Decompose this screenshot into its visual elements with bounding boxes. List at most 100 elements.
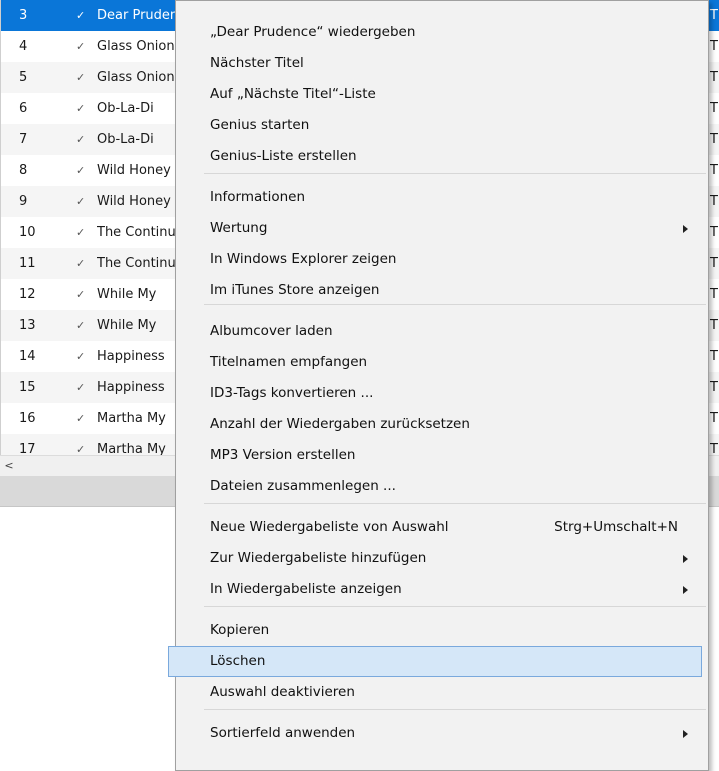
track-number: 9	[19, 194, 28, 209]
check-icon[interactable]: ✓	[76, 31, 85, 62]
track-column-fragment: T	[710, 380, 718, 395]
submenu-arrow-icon	[683, 555, 688, 563]
track-title: Wild Honey	[97, 194, 171, 209]
menu-item-label: Kopieren	[210, 622, 270, 638]
track-column-fragment: T	[710, 70, 718, 85]
track-number: 16	[19, 411, 36, 426]
menu-item-genius-liste-erstellen[interactable]: Genius-Liste erstellen	[176, 141, 708, 172]
check-icon[interactable]: ✓	[76, 434, 85, 455]
menu-item-label: Genius starten	[210, 117, 310, 133]
menu-separator	[204, 606, 706, 607]
track-title: Ob-La-Di	[97, 132, 154, 147]
track-number: 7	[19, 132, 28, 147]
check-icon[interactable]: ✓	[76, 279, 85, 310]
menu-item-dateien-zusammenlegen[interactable]: Dateien zusammenlegen ...	[176, 471, 708, 502]
menu-item-anzahl-der-wiedergaben-zurücksetzen[interactable]: Anzahl der Wiedergaben zurücksetzen	[176, 409, 708, 440]
track-title: Happiness	[97, 380, 165, 395]
check-icon[interactable]: ✓	[76, 0, 85, 31]
menu-item-label: Löschen	[210, 653, 266, 669]
track-title: Wild Honey	[97, 163, 171, 178]
menu-item-label: In Windows Explorer zeigen	[210, 251, 397, 267]
check-icon[interactable]: ✓	[76, 124, 85, 155]
menu-item-label: Albumcover laden	[210, 323, 333, 339]
track-column-fragment: T	[710, 287, 718, 302]
check-icon[interactable]: ✓	[76, 186, 85, 217]
track-title: Glass Onion	[97, 39, 175, 54]
track-column-fragment: T	[710, 8, 718, 23]
menu-item-label: Auf „Nächste Titel“-Liste	[210, 86, 376, 102]
track-number: 13	[19, 318, 36, 333]
menu-item-mp3-version-erstellen[interactable]: MP3 Version erstellen	[176, 440, 708, 471]
menu-item-dear-prudence-wiedergeben[interactable]: „Dear Prudence“ wiedergeben	[176, 17, 708, 48]
track-number: 17	[19, 442, 36, 455]
track-title: While My	[97, 287, 157, 302]
menu-item-label: In Wiedergabeliste anzeigen	[210, 581, 402, 597]
check-icon[interactable]: ✓	[76, 341, 85, 372]
track-number: 4	[19, 39, 28, 54]
track-column-fragment: T	[710, 256, 718, 271]
track-title: The Continuing	[97, 256, 175, 271]
menu-item-label: Sortierfeld anwenden	[210, 725, 356, 741]
menu-item-genius-starten[interactable]: Genius starten	[176, 110, 708, 141]
menu-item-id3-tags-konvertieren[interactable]: ID3-Tags konvertieren ...	[176, 378, 708, 409]
track-number: 15	[19, 380, 36, 395]
track-column-fragment: T	[710, 39, 718, 54]
menu-item-sortierfeld-anwenden[interactable]: Sortierfeld anwenden	[176, 718, 708, 749]
menu-item-label: Anzahl der Wiedergaben zurücksetzen	[210, 416, 470, 432]
check-icon[interactable]: ✓	[76, 372, 85, 403]
menu-separator	[204, 709, 706, 710]
check-icon[interactable]: ✓	[76, 248, 85, 279]
menu-item-zur-wiedergabeliste-hinzufügen[interactable]: Zur Wiedergabeliste hinzufügen	[176, 543, 708, 574]
menu-item-auswahl-deaktivieren[interactable]: Auswahl deaktivieren	[176, 677, 708, 708]
track-number: 6	[19, 101, 28, 116]
menu-item-label: Auswahl deaktivieren	[210, 684, 355, 700]
submenu-arrow-icon	[683, 225, 688, 233]
check-icon[interactable]: ✓	[76, 93, 85, 124]
menu-item-informationen[interactable]: Informationen	[176, 182, 708, 213]
scroll-left-icon[interactable]: <	[2, 458, 16, 474]
menu-item-label: Im iTunes Store anzeigen	[210, 282, 380, 298]
menu-item-label: Informationen	[210, 189, 306, 205]
menu-item-neue-wiedergabeliste-von-auswahl[interactable]: Neue Wiedergabeliste von Auswahl Strg+Ums…	[176, 512, 708, 543]
track-number: 8	[19, 163, 28, 178]
track-title: Happiness	[97, 349, 165, 364]
menu-item-in-windows-explorer-zeigen[interactable]: In Windows Explorer zeigen	[176, 244, 708, 275]
track-number: 10	[19, 225, 36, 240]
shortcut-label: Strg+Umschalt+N	[554, 519, 678, 535]
menu-item-label: ID3-Tags konvertieren ...	[210, 385, 374, 401]
track-title: While My	[97, 318, 157, 333]
track-column-fragment: T	[710, 225, 718, 240]
check-icon[interactable]: ✓	[76, 403, 85, 434]
menu-item-label: „Dear Prudence“ wiedergeben	[210, 24, 416, 40]
track-column-fragment: T	[710, 349, 718, 364]
menu-separator	[204, 173, 706, 174]
track-column-fragment: T	[710, 194, 718, 209]
track-title: Ob-La-Di	[97, 101, 154, 116]
menu-item-kopieren[interactable]: Kopieren	[176, 615, 708, 646]
menu-item-label: Zur Wiedergabeliste hinzufügen	[210, 550, 427, 566]
menu-item-wertung[interactable]: Wertung	[176, 213, 708, 244]
track-column-fragment: T	[710, 101, 718, 116]
menu-item-nächster-titel[interactable]: Nächster Titel	[176, 48, 708, 79]
menu-item-auf-nächste-titel-liste[interactable]: Auf „Nächste Titel“-Liste	[176, 79, 708, 110]
submenu-arrow-icon	[683, 730, 688, 738]
menu-item-im-itunes-store-anzeigen[interactable]: Im iTunes Store anzeigen	[176, 275, 708, 306]
menu-item-label: MP3 Version erstellen	[210, 447, 356, 463]
menu-item-löschen[interactable]: Löschen	[168, 646, 702, 677]
context-menu: „Dear Prudence“ wiedergeben Nächster Tite…	[168, 0, 709, 771]
menu-item-in-wiedergabeliste-anzeigen[interactable]: In Wiedergabeliste anzeigen	[176, 574, 708, 605]
track-title: Glass Onion	[97, 70, 175, 85]
track-column-fragment: T	[710, 442, 718, 455]
check-icon[interactable]: ✓	[76, 62, 85, 93]
track-column-fragment: T	[710, 318, 718, 333]
track-column-fragment: T	[710, 132, 718, 147]
menu-item-albumcover-laden[interactable]: Albumcover laden	[176, 316, 708, 347]
menu-item-titelnamen-empfangen[interactable]: Titelnamen empfangen	[176, 347, 708, 378]
track-number: 11	[19, 256, 36, 271]
check-icon[interactable]: ✓	[76, 155, 85, 186]
check-icon[interactable]: ✓	[76, 310, 85, 341]
check-icon[interactable]: ✓	[76, 217, 85, 248]
track-title: Martha My	[97, 442, 166, 455]
menu-separator	[204, 304, 706, 305]
track-title: Martha My	[97, 411, 166, 426]
